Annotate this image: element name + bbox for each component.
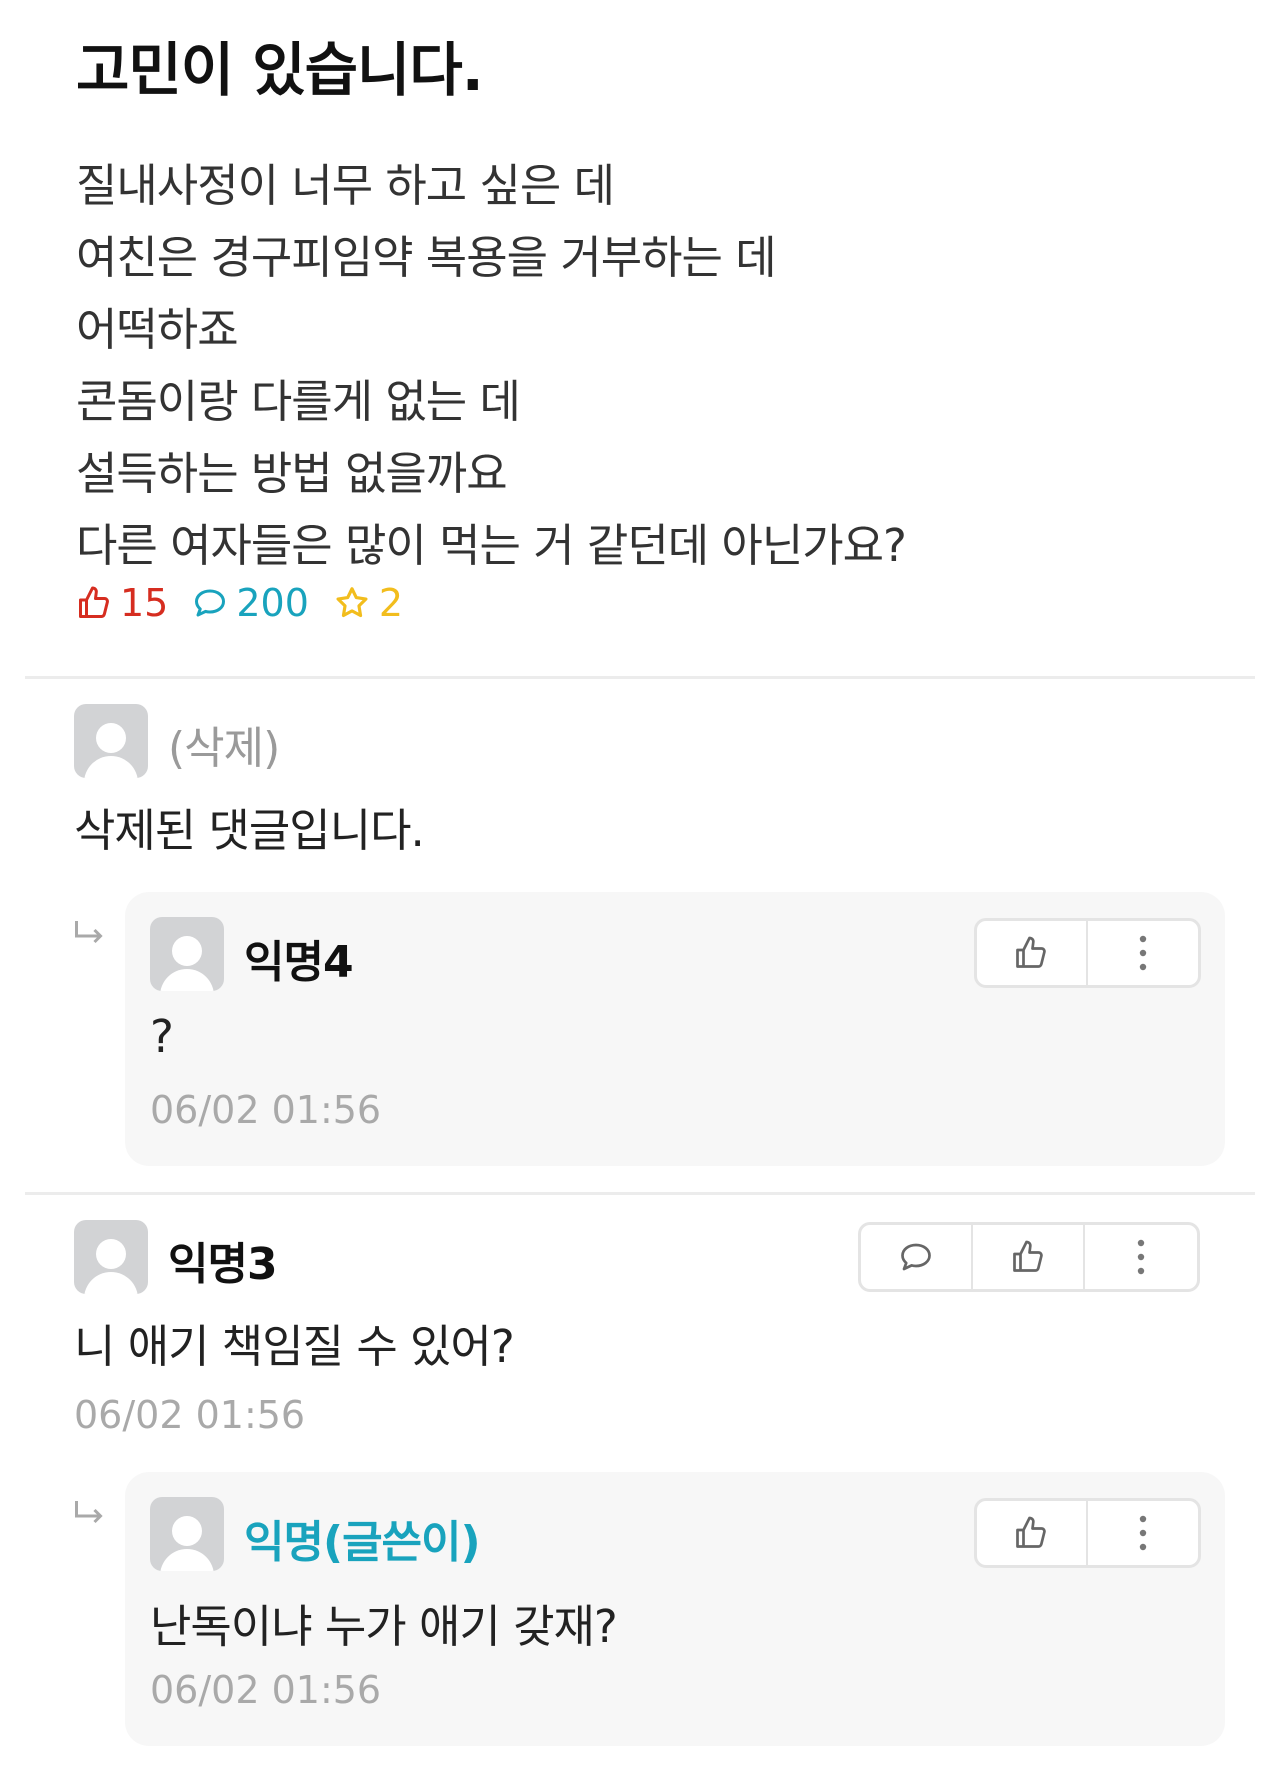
post-stats: 15 200 2 <box>76 578 427 628</box>
comment-text: 니 애기 책임질 수 있어? <box>74 1320 515 1373</box>
reply-time: 06/02 01:56 <box>150 1088 382 1132</box>
reply-box: 익명(글쓴이) 난독이냐 누가 애기 갖재? 06/02 01:56 <box>125 1472 1225 1746</box>
star-icon <box>336 587 368 618</box>
divider <box>25 676 1255 679</box>
post-title: 고민이 있습니다. <box>76 36 484 104</box>
reply-box: 익명4 ? 06/02 01:56 <box>125 892 1225 1166</box>
thumbs-up-icon <box>1016 1516 1047 1548</box>
like-button[interactable] <box>977 1501 1088 1565</box>
post-body: 질내사정이 너무 하고 싶은 데 여친은 경구피임약 복용을 거부하는 데 어떡… <box>76 150 1226 582</box>
post: 고민이 있습니다. 질내사정이 너무 하고 싶은 데 여친은 경구피임약 복용을… <box>76 30 1226 582</box>
comment-author: (삭제) <box>168 723 280 774</box>
reply-author: 익명4 <box>244 937 354 988</box>
thumbs-up-icon <box>79 586 109 618</box>
avatar <box>150 1497 224 1571</box>
post-body-line: 설득하는 방법 없을까요 <box>76 447 508 500</box>
divider <box>25 1192 1255 1195</box>
reply-time: 06/02 01:56 <box>150 1668 382 1712</box>
like-count: 15 <box>76 581 168 625</box>
more-button[interactable] <box>1088 1501 1198 1565</box>
like-button[interactable] <box>973 1225 1085 1289</box>
post-body-line: 어떡하죠 <box>76 303 239 356</box>
comment-count: 200 <box>192 581 309 625</box>
avatar <box>74 704 148 778</box>
like-count-value: 15 <box>120 581 169 625</box>
reply-actions <box>974 1498 1201 1568</box>
reply-arrow-icon <box>75 921 103 944</box>
comment-count-value: 200 <box>236 581 309 625</box>
speech-bubble-icon <box>901 1243 931 1271</box>
scrap-count: 2 <box>333 581 403 625</box>
reply-author: 익명(글쓴이) <box>244 1517 481 1568</box>
avatar <box>74 1220 148 1294</box>
avatar <box>150 917 224 991</box>
reply-button[interactable] <box>861 1225 973 1289</box>
reply-arrow-icon <box>75 1501 103 1524</box>
comment-author: 익명3 <box>168 1239 278 1290</box>
more-vertical-icon <box>1139 935 1146 971</box>
more-button[interactable] <box>1085 1225 1197 1289</box>
reply-text: ? <box>150 1010 174 1063</box>
post-body-line: 다른 여자들은 많이 먹는 거 같던데 아닌가요? <box>76 519 907 572</box>
more-button[interactable] <box>1088 921 1198 985</box>
thumbs-up-icon <box>1016 936 1047 968</box>
reply-actions <box>974 918 1201 988</box>
scrap-count-value: 2 <box>378 581 404 625</box>
comment-time: 06/02 01:56 <box>74 1393 306 1437</box>
post-body-line: 콘돔이랑 다를게 없는 데 <box>76 375 521 428</box>
like-button[interactable] <box>977 921 1088 985</box>
post-body-line: 여친은 경구피임약 복용을 거부하는 데 <box>76 231 777 284</box>
comment-text: 삭제된 댓글입니다. <box>74 804 425 857</box>
post-body-line: 질내사정이 너무 하고 싶은 데 <box>76 159 615 212</box>
thumbs-up-icon <box>1013 1240 1043 1272</box>
more-vertical-icon <box>1137 1239 1145 1275</box>
more-vertical-icon <box>1139 1515 1146 1551</box>
reply-text: 난독이냐 누가 애기 갖재? <box>150 1600 618 1653</box>
comment-actions <box>858 1222 1200 1292</box>
speech-bubble-icon <box>195 589 226 617</box>
